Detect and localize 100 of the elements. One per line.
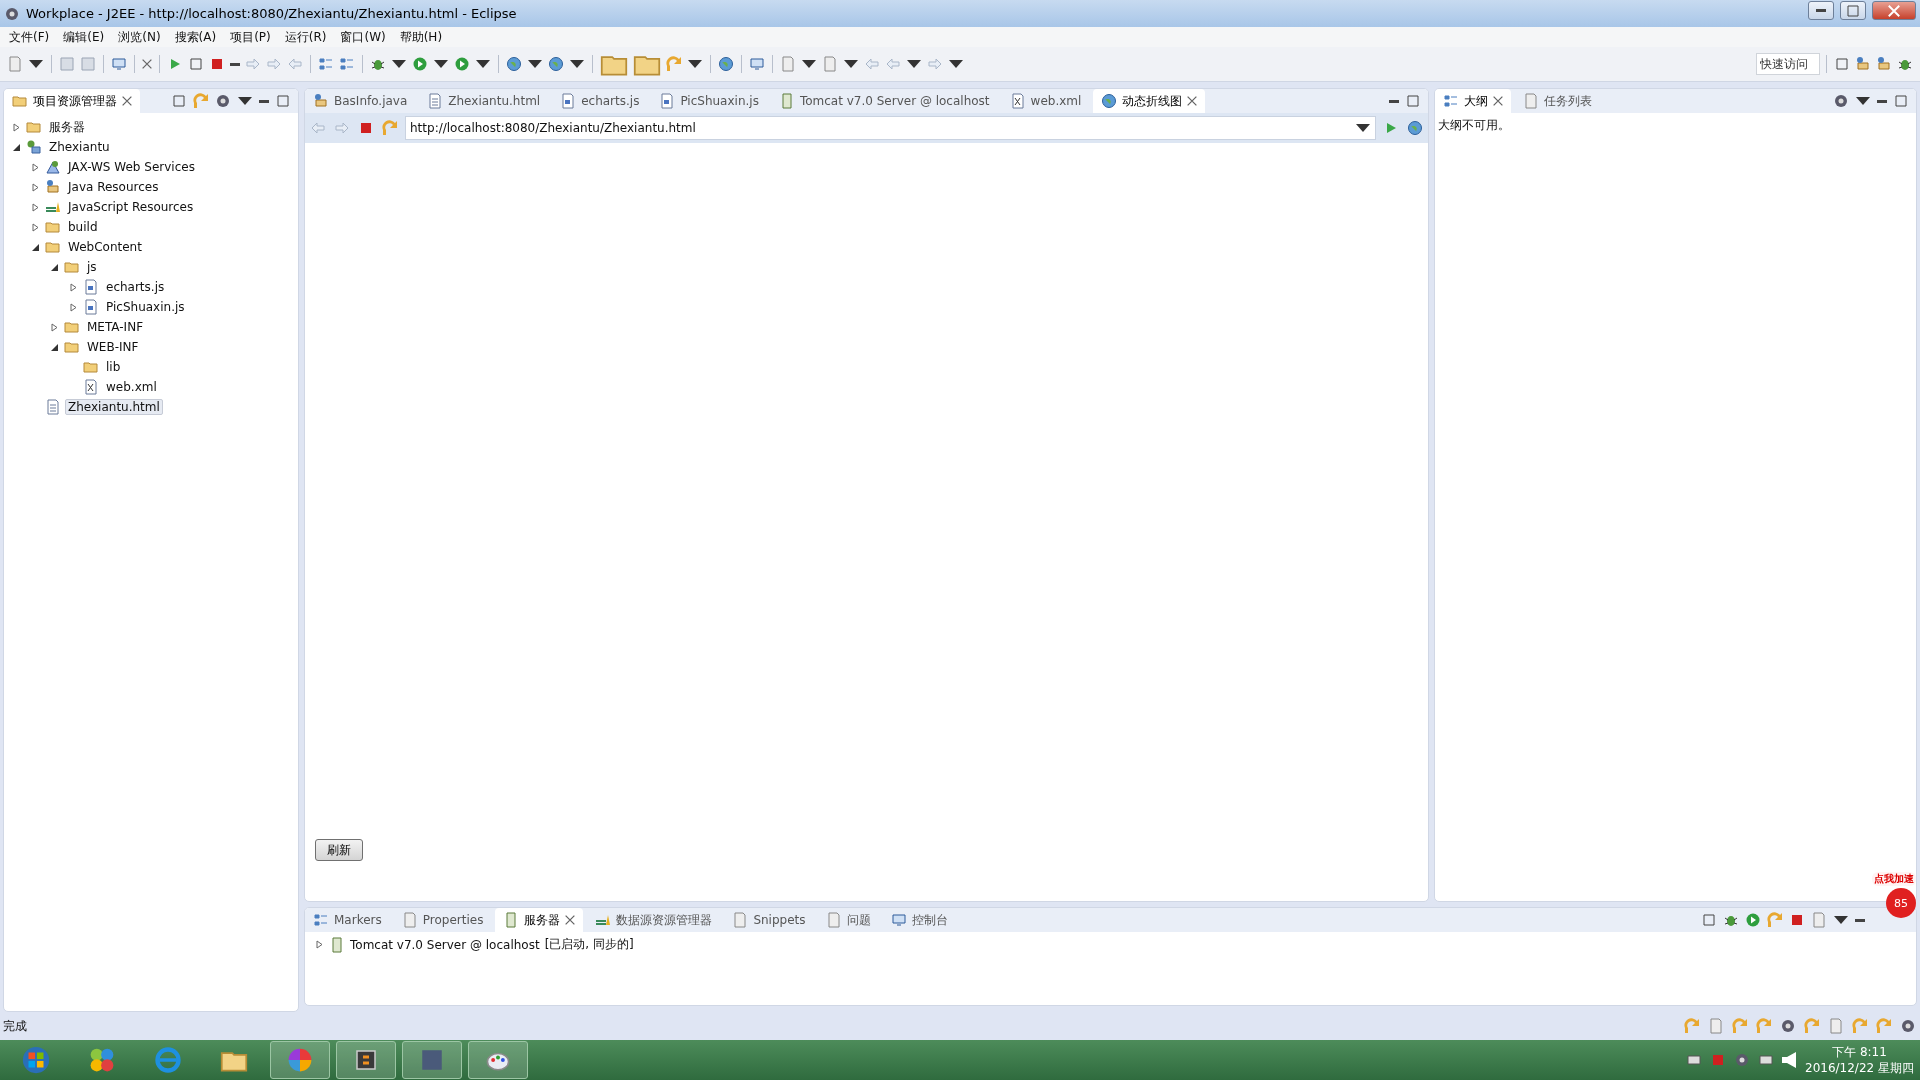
panel-tab[interactable]: 问题 [817, 908, 879, 932]
tree-item[interactable]: WebContent [65, 239, 145, 255]
save-all-icon [80, 56, 96, 72]
editor-tab[interactable]: BasInfo.java [305, 89, 416, 113]
view-icon [401, 912, 418, 928]
minimize-button[interactable] [1876, 98, 1888, 104]
maximize-button[interactable] [1840, 1, 1866, 20]
panel-tab[interactable]: 任务列表 [1515, 89, 1600, 113]
collapsed-toggle-icon[interactable] [68, 282, 78, 292]
app-icon [4, 5, 20, 22]
collapsed-toggle-icon[interactable] [30, 202, 40, 212]
java-icon [313, 93, 329, 109]
tree-item[interactable]: build [65, 219, 101, 235]
tree-item[interactable]: 服务器 [46, 117, 88, 137]
collapsed-toggle-icon[interactable] [315, 940, 324, 949]
close-icon[interactable] [1187, 96, 1198, 106]
menu-item[interactable]: 项目(P) [223, 28, 278, 46]
panel-tab[interactable]: 服务器 [495, 908, 584, 932]
taskbar-app[interactable] [336, 1041, 396, 1079]
expanded-toggle-icon[interactable] [49, 262, 59, 272]
panel-tab[interactable]: 数据源资源管理器 [587, 908, 721, 932]
taskbar-app[interactable] [270, 1041, 330, 1079]
expanded-toggle-icon[interactable] [11, 142, 21, 152]
editor-icon [354, 1048, 378, 1072]
minimize-icon [259, 99, 269, 103]
tree-item[interactable]: JAX-WS Web Services [65, 159, 198, 175]
panel-tab[interactable]: 项目资源管理器 [4, 89, 140, 113]
volume-button[interactable] [1781, 1051, 1799, 1069]
menu-item[interactable]: 浏览(N) [111, 28, 168, 46]
skip-icon [142, 59, 152, 69]
service-icon [45, 159, 61, 175]
collapsed-toggle-icon[interactable] [30, 182, 40, 192]
tree-item[interactable]: WEB-INF [84, 339, 142, 355]
taskbar-app[interactable] [402, 1041, 462, 1079]
tree-item[interactable]: Java Resources [65, 179, 162, 195]
editor-tab[interactable]: 动态折线图 [1093, 89, 1206, 113]
server-name[interactable]: Tomcat v7.0 Server @ localhost [350, 937, 540, 952]
start-server-button[interactable] [1744, 911, 1762, 929]
folder-icon [45, 219, 61, 235]
folder-icon [83, 359, 99, 375]
step-return-icon [287, 56, 303, 72]
globe-button[interactable] [717, 55, 735, 73]
expanded-toggle-icon[interactable] [30, 242, 40, 252]
menu-item[interactable]: 文件(F) [2, 28, 57, 46]
collapsed-toggle-icon[interactable] [49, 322, 59, 332]
tree-item[interactable]: PicShuaxin.js [103, 299, 188, 315]
view-icon [890, 912, 907, 928]
tree-item[interactable]: web.xml [103, 379, 160, 395]
tree-item[interactable]: echarts.js [103, 279, 168, 295]
minimize-button[interactable] [1808, 1, 1834, 20]
folder-icon [64, 339, 80, 355]
view-icon [732, 912, 749, 928]
maximize-icon [1405, 93, 1421, 109]
menu-item[interactable]: 运行(R) [277, 28, 334, 46]
tree-item[interactable]: lib [103, 359, 124, 375]
close-button[interactable] [1872, 1, 1916, 20]
menu-item[interactable]: 帮助(H) [392, 28, 450, 46]
collapsed-toggle-icon[interactable] [30, 222, 40, 232]
quick-access-field[interactable]: 快速访问 [1756, 53, 1820, 75]
tree-item[interactable]: Zhexiantu [46, 139, 113, 155]
editor-tab[interactable]: echarts.js [552, 89, 648, 113]
refresh-button[interactable]: 刷新 [315, 839, 363, 861]
taskbar-app[interactable] [468, 1041, 528, 1079]
folder-icon [45, 239, 61, 255]
monitor-button[interactable] [110, 55, 128, 73]
tree-item[interactable]: JavaScript Resources [65, 199, 197, 215]
panel-tab[interactable]: Snippets [724, 908, 814, 932]
tree-item[interactable]: js [84, 259, 100, 275]
collapsed-toggle-icon[interactable] [68, 302, 78, 312]
java-icon [45, 179, 61, 195]
panel-tab[interactable]: 大纲 [1435, 89, 1511, 113]
close-icon[interactable] [1493, 96, 1503, 106]
close-icon[interactable] [122, 96, 132, 106]
menu-item[interactable]: 编辑(E) [56, 28, 112, 46]
tree-item[interactable]: Zhexiantu.html [65, 399, 163, 415]
close-icon[interactable] [565, 915, 576, 925]
collapsed-toggle-icon[interactable] [11, 122, 21, 132]
panel-tab[interactable]: 控制台 [882, 908, 956, 932]
minimize-button[interactable] [258, 98, 270, 104]
minimize-button[interactable] [1388, 98, 1400, 104]
panel-tab[interactable]: Properties [393, 908, 492, 932]
menu-item[interactable]: 搜索(A) [167, 28, 224, 46]
editor-tab[interactable]: Zhexiantu.html [419, 89, 549, 113]
speed-up-label[interactable]: 点我加速 [1872, 872, 1916, 886]
url-field[interactable]: http://localhost:8080/Zhexiantu/Zhexiantu.html [405, 116, 1376, 140]
step-over-icon [266, 56, 282, 72]
panel-tab[interactable]: Markers [305, 908, 390, 932]
skip-button[interactable] [141, 58, 153, 70]
minimize-button[interactable] [1854, 917, 1866, 923]
menu-item[interactable]: 窗口(W) [333, 28, 393, 46]
document-icon [1523, 93, 1539, 109]
editor-tab[interactable]: PicShuaxin.js [651, 89, 767, 113]
collapsed-toggle-icon[interactable] [30, 162, 40, 172]
clock[interactable]: 下午 8:11 2016/12/22 星期四 [1805, 1044, 1914, 1076]
expanded-toggle-icon[interactable] [49, 342, 59, 352]
editor-tab[interactable]: web.xml [1001, 89, 1090, 113]
run-server-icon [454, 56, 470, 72]
script-icon [659, 93, 676, 109]
editor-tab[interactable]: Tomcat v7.0 Server @ localhost [770, 89, 998, 113]
tree-item[interactable]: META-INF [84, 319, 147, 335]
